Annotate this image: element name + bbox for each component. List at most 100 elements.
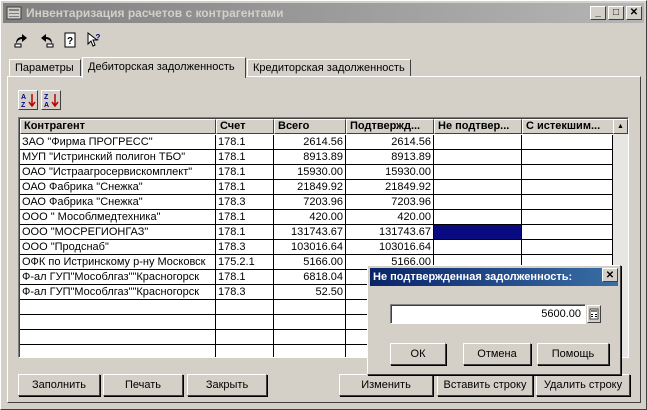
table-row[interactable]: ОАО Фабрика "Снежка" 178.3 7203.96 7203.96 <box>20 195 613 210</box>
cell-confirmed[interactable]: 7203.96 <box>346 195 434 210</box>
column-header-account[interactable]: Счет <box>216 119 274 134</box>
cell-counterparty[interactable] <box>20 345 216 357</box>
cell-total[interactable]: 2614.56 <box>274 135 346 150</box>
cell-total[interactable]: 15930.00 <box>274 165 346 180</box>
cell-total[interactable]: 7203.96 <box>274 195 346 210</box>
tab-parameters[interactable]: Параметры <box>9 59 81 77</box>
cell-unconfirmed[interactable] <box>434 165 522 180</box>
cell-expired[interactable] <box>522 240 613 255</box>
cell-counterparty[interactable]: ЗАО "Фирма ПРОГРЕСС" <box>20 135 216 150</box>
cell-total[interactable]: 5166.00 <box>274 255 346 270</box>
cell-unconfirmed[interactable] <box>434 150 522 165</box>
cell-account[interactable] <box>216 345 274 357</box>
cell-expired[interactable] <box>522 150 613 165</box>
help-button[interactable]: ? <box>59 29 81 51</box>
table-row[interactable]: ООО "МОСРЕГИОНГАЗ" 178.1 131743.67 131743.6… <box>20 225 613 240</box>
cell-unconfirmed[interactable] <box>434 240 522 255</box>
cell-expired[interactable] <box>522 180 613 195</box>
cell-expired[interactable] <box>522 210 613 225</box>
table-row[interactable]: ОАО "Истраагросервискомплект" 178.1 15930.… <box>20 165 613 180</box>
column-header-expired[interactable]: С истекшим... <box>522 119 614 134</box>
cell-total[interactable]: 52.50 <box>274 285 346 300</box>
cell-counterparty[interactable]: ОФК по Истринскому р-ну Московск <box>20 255 216 270</box>
fill-button[interactable]: Заполнить <box>18 374 100 396</box>
cell-account[interactable]: 178.3 <box>216 285 274 300</box>
save-button[interactable] <box>35 29 57 51</box>
maximize-button[interactable]: □ <box>608 6 624 20</box>
column-header-confirmed[interactable]: Подтвержд... <box>346 119 434 134</box>
cell-counterparty[interactable]: ОАО Фабрика "Снежка" <box>20 180 216 195</box>
table-row[interactable]: МУП "Истринский полигон ТБО" 178.1 8913.89… <box>20 150 613 165</box>
cell-confirmed[interactable]: 103016.64 <box>346 240 434 255</box>
cell-total[interactable] <box>274 300 346 315</box>
cell-counterparty[interactable] <box>20 330 216 345</box>
dialog-help-button[interactable]: Помощь <box>537 343 609 365</box>
column-header-total[interactable]: Всего <box>274 119 346 134</box>
cell-account[interactable]: 178.1 <box>216 135 274 150</box>
cell-account[interactable]: 178.3 <box>216 240 274 255</box>
cell-account[interactable]: 178.1 <box>216 225 274 240</box>
cell-unconfirmed[interactable] <box>434 195 522 210</box>
cell-counterparty[interactable]: ООО "МОСРЕГИОНГАЗ" <box>20 225 216 240</box>
column-header-unconfirmed[interactable]: Не подтвер... <box>434 119 522 134</box>
close-button[interactable]: Закрыть <box>187 374 267 396</box>
cell-total[interactable]: 420.00 <box>274 210 346 225</box>
cell-account[interactable] <box>216 330 274 345</box>
cell-counterparty[interactable] <box>20 300 216 315</box>
cell-expired[interactable] <box>522 165 613 180</box>
cell-counterparty[interactable] <box>20 315 216 330</box>
cell-account[interactable]: 178.1 <box>216 210 274 225</box>
cell-counterparty[interactable]: ООО "Продснаб" <box>20 240 216 255</box>
edit-button[interactable]: Изменить <box>339 374 433 396</box>
cell-confirmed[interactable]: 15930.00 <box>346 165 434 180</box>
cell-counterparty[interactable]: ООО " Мособлмедтехника" <box>20 210 216 225</box>
whats-this-button[interactable]: ? <box>83 29 105 51</box>
amount-field[interactable]: 5600.00 <box>390 304 586 324</box>
cell-total[interactable] <box>274 315 346 330</box>
cell-unconfirmed[interactable] <box>434 135 522 150</box>
cell-account[interactable]: 178.1 <box>216 180 274 195</box>
cell-account[interactable]: 178.1 <box>216 165 274 180</box>
delete-row-button[interactable]: Удалить строку <box>536 374 630 396</box>
sort-descending-button[interactable]: Z A <box>41 90 61 110</box>
cell-unconfirmed[interactable] <box>434 180 522 195</box>
cell-expired[interactable] <box>522 135 613 150</box>
cell-confirmed[interactable]: 420.00 <box>346 210 434 225</box>
cell-expired[interactable] <box>522 225 613 240</box>
cell-account[interactable] <box>216 315 274 330</box>
cell-counterparty[interactable]: МУП "Истринский полигон ТБО" <box>20 150 216 165</box>
tab-payables[interactable]: Кредиторская задолженность <box>247 59 411 77</box>
print-button[interactable]: Печать <box>103 374 183 396</box>
cell-unconfirmed[interactable] <box>434 210 522 225</box>
cell-counterparty[interactable]: ОАО Фабрика "Снежка" <box>20 195 216 210</box>
table-row[interactable]: ООО " Мособлмедтехника" 178.1 420.00 420.00 <box>20 210 613 225</box>
cell-account[interactable]: 175.2.1 <box>216 255 274 270</box>
cell-total[interactable]: 8913.89 <box>274 150 346 165</box>
cell-account[interactable] <box>216 300 274 315</box>
open-button[interactable] <box>11 29 33 51</box>
calculator-button[interactable] <box>587 305 601 323</box>
cell-counterparty[interactable]: ОАО "Истраагросервискомплект" <box>20 165 216 180</box>
minimize-button[interactable]: _ <box>590 6 606 20</box>
cell-total[interactable]: 103016.64 <box>274 240 346 255</box>
table-row[interactable]: ЗАО "Фирма ПРОГРЕСС" 178.1 2614.56 2614.56 <box>20 135 613 150</box>
cell-confirmed[interactable]: 8913.89 <box>346 150 434 165</box>
tab-receivables[interactable]: Дебиторская задолженность <box>82 57 246 78</box>
cell-total[interactable] <box>274 330 346 345</box>
table-row[interactable]: ОАО Фабрика "Снежка" 178.1 21849.92 21849.9… <box>20 180 613 195</box>
cell-account[interactable]: 178.3 <box>216 195 274 210</box>
cell-confirmed[interactable]: 2614.56 <box>346 135 434 150</box>
cell-counterparty[interactable]: Ф-ал ГУП"Мособлгаз""Красногорск <box>20 270 216 285</box>
sort-ascending-button[interactable]: A Z <box>18 90 38 110</box>
cell-expired[interactable] <box>522 195 613 210</box>
cell-total[interactable]: 131743.67 <box>274 225 346 240</box>
insert-row-button[interactable]: Вставить строку <box>437 374 533 396</box>
ok-button[interactable]: ОК <box>390 343 446 365</box>
close-window-button[interactable]: ✕ <box>626 6 642 20</box>
cell-total[interactable]: 6818.04 <box>274 270 346 285</box>
scroll-up-button[interactable]: ▲ <box>613 119 628 134</box>
table-row[interactable]: ООО "Продснаб" 178.3 103016.64 103016.64 <box>20 240 613 255</box>
cell-total[interactable]: 21849.92 <box>274 180 346 195</box>
column-header-counterparty[interactable]: Контрагент <box>20 119 216 134</box>
cell-counterparty[interactable]: Ф-ал ГУП"Мособлгаз""Красногорск <box>20 285 216 300</box>
